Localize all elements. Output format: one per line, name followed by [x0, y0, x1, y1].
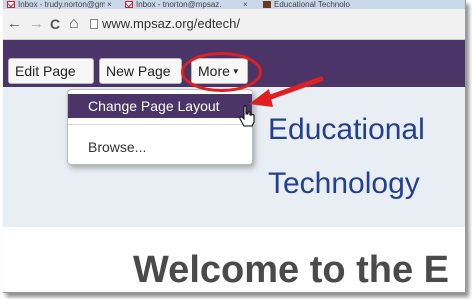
- back-arrow-icon[interactable]: ←: [7, 15, 22, 33]
- welcome-heading: Welcome to the E: [133, 249, 450, 291]
- hand-cursor-icon: [239, 105, 255, 127]
- new-page-button[interactable]: New Page: [99, 58, 182, 84]
- tab-inbox-tnorton[interactable]: Inbox - tnorton@mpsaz.: [125, 0, 243, 9]
- menu-item-change-page-layout[interactable]: Change Page Layout: [68, 94, 252, 118]
- page-icon: [90, 19, 98, 29]
- browser-window: Inbox - trudy.norton@gm × Inbox - tnorto…: [3, 0, 466, 293]
- edit-page-button[interactable]: Edit Page: [8, 58, 94, 84]
- tab-label: Inbox - tnorton@mpsaz.: [136, 0, 222, 9]
- tab-close-icon[interactable]: ×: [107, 0, 117, 9]
- menu-item-browse[interactable]: Browse...: [68, 135, 252, 159]
- address-bar: ← → C ⌂ www.mpsaz.org/edtech/: [3, 9, 465, 40]
- site-title-line1: Educational: [268, 113, 425, 146]
- annotation-circle: [181, 52, 262, 92]
- reload-icon[interactable]: C: [50, 15, 60, 33]
- tab-educational-technology[interactable]: Educational Technolo: [263, 0, 463, 9]
- home-icon[interactable]: ⌂: [69, 15, 79, 33]
- tab-strip: Inbox - trudy.norton@gm × Inbox - tnorto…: [3, 0, 465, 9]
- menu-divider: [68, 124, 252, 125]
- gmail-icon: [125, 1, 133, 8]
- more-dropdown-menu: Change Page Layout Browse...: [67, 89, 253, 165]
- tab-label: Inbox - trudy.norton@gm: [18, 0, 105, 9]
- forward-arrow-icon[interactable]: →: [29, 15, 44, 33]
- url-field[interactable]: www.mpsaz.org/edtech/: [102, 15, 240, 33]
- tab-inbox-trudy[interactable]: Inbox - trudy.norton@gm: [7, 0, 105, 9]
- site-title-line2: Technology: [268, 167, 420, 200]
- tab-label: Educational Technolo: [274, 0, 350, 9]
- gmail-icon: [7, 1, 15, 8]
- site-favicon-icon: [263, 1, 271, 8]
- tab-close-icon[interactable]: ×: [243, 0, 253, 9]
